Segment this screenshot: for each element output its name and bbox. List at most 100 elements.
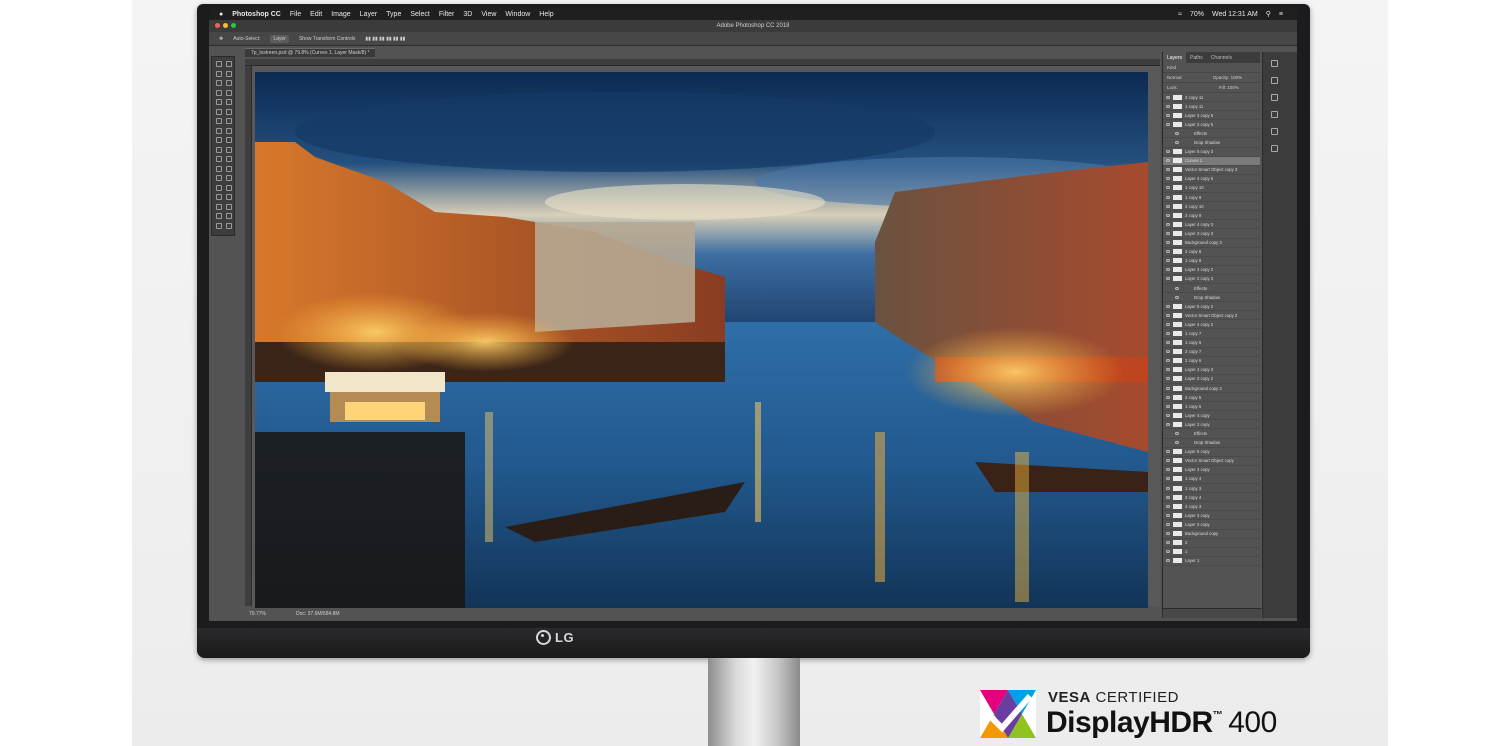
menu-select[interactable]: Select [410, 11, 429, 18]
venice-photo[interactable] [255, 72, 1148, 608]
visibility-eye-icon[interactable] [1166, 495, 1170, 499]
visibility-eye-icon[interactable] [1166, 150, 1170, 154]
zoom-button[interactable] [231, 23, 236, 28]
transform-controls-checkbox[interactable]: Show Transform Controls [299, 36, 355, 42]
visibility-eye-icon[interactable] [1166, 368, 1170, 372]
layer-row[interactable]: 2 copy 3 [1163, 502, 1260, 512]
visibility-eye-icon[interactable] [1166, 231, 1170, 235]
visibility-eye-icon[interactable] [1166, 331, 1170, 335]
visibility-eye-icon[interactable] [1166, 186, 1170, 190]
layer-row[interactable]: 1 copy 9 [1163, 193, 1260, 203]
layer-row[interactable]: 2 copy 4 [1163, 493, 1260, 503]
tool-icon[interactable] [226, 137, 232, 143]
tab-paths[interactable]: Paths [1186, 52, 1207, 63]
layer-row[interactable]: Layer 4 copy [1163, 466, 1260, 475]
visibility-eye-icon[interactable] [1166, 395, 1170, 399]
layer-row[interactable]: 2 copy 9 [1163, 211, 1260, 221]
battery-level[interactable]: 70% [1190, 11, 1204, 18]
menu-view[interactable]: View [481, 11, 496, 18]
visibility-eye-icon[interactable] [1166, 241, 1170, 245]
menu-window[interactable]: Window [505, 11, 530, 18]
visibility-eye-icon[interactable] [1166, 404, 1170, 408]
visibility-eye-icon[interactable] [1175, 441, 1179, 445]
layer-row[interactable]: Layer 5 copy 2 [1163, 302, 1260, 312]
visibility-eye-icon[interactable] [1166, 541, 1170, 545]
layer-row[interactable]: 1 copy 3 [1163, 484, 1260, 494]
visibility-eye-icon[interactable] [1166, 113, 1170, 117]
visibility-eye-icon[interactable] [1166, 359, 1170, 363]
visibility-eye-icon[interactable] [1166, 413, 1170, 417]
tool-icon[interactable] [216, 137, 222, 143]
tool-icon[interactable] [226, 222, 232, 229]
tool-icon[interactable] [216, 70, 222, 77]
visibility-eye-icon[interactable] [1166, 350, 1170, 354]
layer-row[interactable]: Layer 2 copy 3 [1163, 275, 1260, 284]
layer-row[interactable]: Layer 4 copy [1163, 511, 1260, 521]
layer-row[interactable]: Background copy 2 [1163, 384, 1260, 394]
layer-row[interactable]: Layer 3 copy [1163, 520, 1260, 530]
visibility-eye-icon[interactable] [1166, 95, 1170, 99]
layer-row[interactable]: Vector Smart Object copy 2 [1163, 311, 1260, 321]
visibility-eye-icon[interactable] [1166, 450, 1170, 454]
layer-row[interactable]: Vector Smart Object copy [1163, 457, 1260, 466]
app-menu[interactable]: Photoshop CC [232, 11, 281, 18]
panel-dock-icon[interactable] [1271, 111, 1278, 118]
tool-icon[interactable] [216, 146, 222, 153]
layer-row[interactable]: Layer 3 copy 2 [1163, 375, 1260, 384]
layer-row[interactable]: Background copy 3 [1163, 239, 1260, 248]
tool-icon[interactable] [226, 70, 232, 77]
layer-row[interactable]: Layer 4 copy 2 [1163, 320, 1260, 330]
layer-row[interactable]: 2 copy 11 [1163, 93, 1260, 103]
tool-icon[interactable] [226, 156, 232, 162]
layer-row[interactable]: Layer 2 copy 5 [1163, 120, 1260, 130]
menu-list-icon[interactable]: ≡ [1279, 11, 1283, 18]
layer-row[interactable]: 2 copy 8 [1163, 248, 1260, 257]
layer-row[interactable]: Layer 1 [1163, 557, 1260, 566]
tool-icon[interactable] [226, 165, 232, 172]
menu-type[interactable]: Type [386, 11, 401, 18]
visibility-eye-icon[interactable] [1175, 131, 1179, 135]
zoom-level[interactable]: 79.77% [249, 611, 266, 617]
document-tab[interactable]: 7p_lostreen.psd @ 79.8% (Curves 1, Layer… [245, 48, 376, 57]
tool-icon[interactable] [226, 194, 232, 200]
menu-filter[interactable]: Filter [439, 11, 455, 18]
visibility-eye-icon[interactable] [1166, 322, 1170, 326]
panel-dock-icon[interactable] [1271, 60, 1278, 67]
tool-icon[interactable] [226, 118, 232, 124]
auto-select-label[interactable]: Auto-Select: [233, 36, 260, 42]
tab-channels[interactable]: Channels [1207, 52, 1236, 63]
tool-icon[interactable] [216, 184, 222, 191]
layer-row[interactable]: 1 copy 11 [1163, 102, 1260, 112]
apple-icon[interactable]: ● [219, 11, 223, 18]
layer-row[interactable]: Drop Shadow [1163, 138, 1260, 148]
visibility-eye-icon[interactable] [1166, 204, 1170, 208]
clock[interactable]: Wed 12:31 AM [1212, 11, 1258, 18]
layer-row[interactable]: 1 copy 8 [1163, 257, 1260, 266]
layer-row[interactable]: Effects [1163, 284, 1260, 294]
layer-row[interactable]: 1 [1163, 548, 1260, 557]
tool-icon[interactable] [226, 175, 232, 181]
layer-row[interactable]: 2 copy 5 [1163, 393, 1260, 403]
opacity-value[interactable]: 100% [1231, 75, 1243, 80]
visibility-eye-icon[interactable] [1166, 341, 1170, 345]
visibility-eye-icon[interactable] [1175, 432, 1179, 436]
layer-row[interactable]: Curves 1 [1163, 156, 1260, 166]
tool-icon[interactable] [226, 127, 232, 134]
tool-icon[interactable] [226, 61, 232, 67]
tool-icon[interactable] [226, 146, 232, 153]
move-tool-icon[interactable]: ✥ [219, 36, 223, 42]
layer-row[interactable]: Drop Shadow [1163, 439, 1260, 448]
tool-icon[interactable] [216, 165, 222, 172]
tool-icon[interactable] [216, 61, 222, 67]
tool-icon[interactable] [226, 203, 232, 210]
visibility-eye-icon[interactable] [1166, 504, 1170, 508]
layer-row[interactable]: 1 copy 10 [1163, 184, 1260, 194]
layer-row[interactable]: Layer 3 copy 3 [1163, 229, 1260, 239]
visibility-eye-icon[interactable] [1166, 477, 1170, 481]
menu-3d[interactable]: 3D [463, 11, 472, 18]
layer-row[interactable]: Layer 4 copy 2 [1163, 266, 1260, 275]
tool-icon[interactable] [226, 99, 232, 105]
layer-row[interactable]: Layer 5 copy 3 [1163, 148, 1260, 157]
layer-row[interactable]: Layer 4 copy 3 [1163, 366, 1260, 375]
search-icon[interactable]: ⚲ [1266, 10, 1271, 18]
